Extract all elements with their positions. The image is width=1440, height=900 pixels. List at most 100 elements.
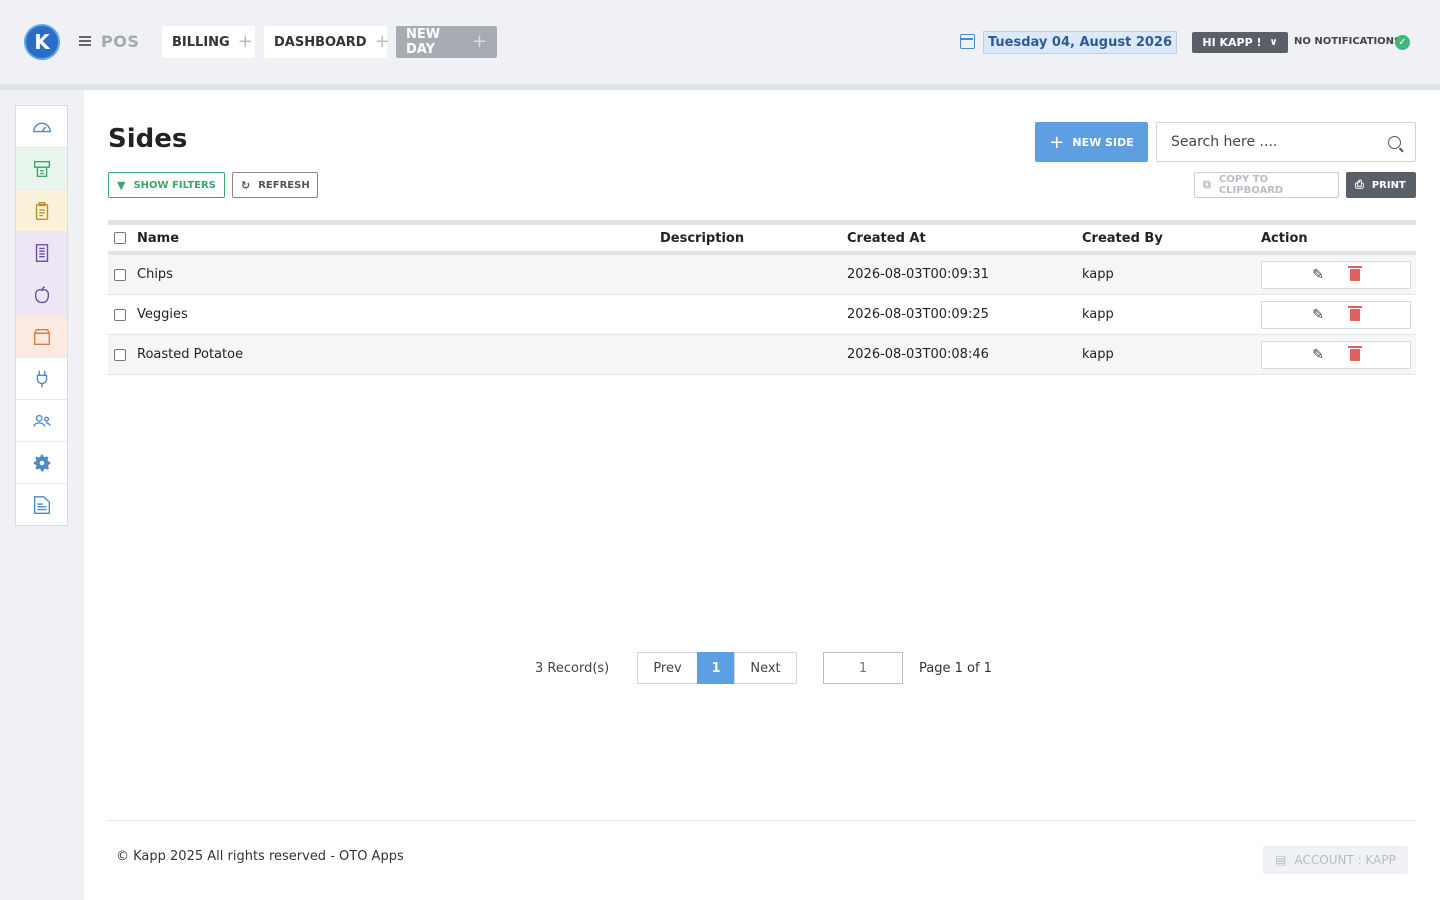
sidebar-item-users[interactable] <box>16 400 67 442</box>
column-header-name[interactable]: Name <box>137 231 179 246</box>
show-filters-label: SHOW FILTERS <box>133 179 216 191</box>
sidebar-item-reports[interactable] <box>16 484 67 526</box>
current-date: Tuesday 04, August 2026 <box>983 31 1177 54</box>
column-header-created-by[interactable]: Created By <box>1082 231 1163 246</box>
tab-dashboard[interactable]: DASHBOARD + <box>264 26 390 58</box>
calendar-icon <box>960 34 975 49</box>
sidebar-item-inventory[interactable] <box>16 316 67 358</box>
kapp-logo[interactable]: K <box>24 24 60 60</box>
edit-pencil-icon[interactable]: ✎ <box>1312 347 1324 363</box>
printer-icon: ⎙ <box>1355 178 1364 191</box>
search-input[interactable] <box>1171 134 1388 150</box>
refresh-icon: ↻ <box>241 178 251 192</box>
row-actions: ✎ <box>1261 300 1411 329</box>
row-actions: ✎ <box>1261 340 1411 369</box>
dashboard-gauge-icon <box>32 122 51 132</box>
footer-divider <box>108 820 1416 821</box>
cell-created-by: kapp <box>1082 267 1114 282</box>
search-box[interactable] <box>1156 122 1416 162</box>
sidebar-item-dashboard[interactable] <box>16 106 67 148</box>
goto-page-input[interactable] <box>823 652 903 684</box>
tab-billing[interactable]: BILLING + <box>162 26 255 58</box>
delete-trash-icon[interactable] <box>1347 265 1362 281</box>
users-icon <box>32 414 51 427</box>
tab-new-day[interactable]: NEW DAY + <box>396 26 497 58</box>
cell-name: Chips <box>137 267 173 282</box>
plus-icon[interactable]: + <box>375 33 390 51</box>
account-label: ACCOUNT : KAPP <box>1294 853 1396 867</box>
app-name: POS <box>101 32 140 51</box>
sidebar-item-integrations[interactable] <box>16 358 67 400</box>
cell-created-at: 2026-08-03T00:09:31 <box>847 267 989 282</box>
cell-name: Roasted Potatoe <box>137 347 244 362</box>
delete-trash-icon[interactable] <box>1347 345 1362 361</box>
page-1-button[interactable]: 1 <box>697 652 735 684</box>
delete-trash-icon[interactable] <box>1347 305 1362 321</box>
cell-created-by: kapp <box>1082 307 1114 322</box>
copy-to-clipboard-button[interactable]: ⧉ COPY TO CLIPBOARD <box>1194 172 1339 198</box>
logo-letter: K <box>34 30 50 54</box>
table-row[interactable]: Roasted Potatoe 2026-08-03T00:08:46 kapp… <box>108 335 1416 375</box>
user-menu-button[interactable]: HI KAPP ! ∨ <box>1192 32 1288 53</box>
next-page-button[interactable]: Next <box>734 652 797 684</box>
document-icon: ▤ <box>1275 853 1287 867</box>
table-row[interactable]: Veggies 2026-08-03T00:09:25 kapp ✎ <box>108 295 1416 335</box>
notifications-status[interactable]: NO NOTIFICATIONS <box>1294 36 1401 47</box>
plus-icon: + <box>1049 131 1065 153</box>
row-checkbox[interactable] <box>114 348 126 361</box>
table-header: Name Description Created At Created By A… <box>108 225 1416 255</box>
user-label: HI KAPP ! <box>1202 36 1262 49</box>
apple-icon <box>34 285 49 303</box>
page-info: Page 1 of 1 <box>919 661 992 676</box>
edit-pencil-icon[interactable]: ✎ <box>1312 307 1324 323</box>
gear-icon <box>33 454 50 472</box>
top-bar: K POS BILLING + DASHBOARD + NEW DAY + Tuesd… <box>0 0 1440 84</box>
sidebar <box>15 105 68 526</box>
cell-created-at: 2026-08-03T00:09:25 <box>847 307 989 322</box>
cash-register-icon <box>33 160 50 177</box>
show-filters-button[interactable]: ▼ SHOW FILTERS <box>108 172 225 198</box>
pagination: 3 Record(s) Prev 1 Next Page 1 of 1 <box>84 652 1440 686</box>
cell-created-at: 2026-08-03T00:08:46 <box>847 347 989 362</box>
new-side-button[interactable]: + NEW SIDE <box>1035 122 1148 162</box>
sides-table: Name Description Created At Created By A… <box>108 220 1416 375</box>
column-header-description[interactable]: Description <box>660 231 744 246</box>
sidebar-item-receipts[interactable] <box>16 232 67 274</box>
sidebar-item-billing[interactable] <box>16 148 67 190</box>
check-circle-icon: ✓ <box>1395 35 1410 50</box>
row-checkbox[interactable] <box>114 268 126 281</box>
sidebar-item-settings[interactable] <box>16 442 67 484</box>
tab-dashboard-label: DASHBOARD <box>274 34 367 50</box>
refresh-button[interactable]: ↻ REFRESH <box>232 172 318 198</box>
new-side-label: NEW SIDE <box>1072 135 1134 149</box>
clipboard-icon <box>35 201 48 220</box>
edit-pencil-icon[interactable]: ✎ <box>1312 267 1324 283</box>
plus-icon[interactable]: + <box>238 33 253 51</box>
account-button[interactable]: ▤ ACCOUNT : KAPP <box>1263 846 1408 874</box>
select-all-checkbox[interactable] <box>114 232 126 244</box>
refresh-label: REFRESH <box>258 179 310 191</box>
print-label: PRINT <box>1371 179 1406 191</box>
menu-icon[interactable] <box>79 36 91 46</box>
search-icon[interactable] <box>1388 135 1401 149</box>
document-icon <box>33 496 50 514</box>
sidebar-item-orders[interactable] <box>16 190 67 232</box>
plug-icon <box>36 370 47 387</box>
plus-icon[interactable]: + <box>472 33 487 51</box>
chevron-down-icon: ∨ <box>1269 37 1278 48</box>
row-checkbox[interactable] <box>114 308 126 321</box>
page-title: Sides <box>108 124 188 154</box>
sidebar-item-products[interactable] <box>16 274 67 316</box>
cell-created-by: kapp <box>1082 347 1114 362</box>
column-header-action: Action <box>1261 230 1308 246</box>
footer-copyright: © Kapp 2025 All rights reserved - OTO Ap… <box>116 849 404 864</box>
table-row[interactable]: Chips 2026-08-03T00:09:31 kapp ✎ <box>108 255 1416 295</box>
print-button[interactable]: ⎙ PRINT <box>1346 172 1416 198</box>
box-icon <box>33 328 50 345</box>
prev-page-button[interactable]: Prev <box>637 652 698 684</box>
tab-billing-label: BILLING <box>172 34 230 50</box>
table-body: Chips 2026-08-03T00:09:31 kapp ✎ Veggies… <box>108 255 1416 375</box>
cell-name: Veggies <box>137 307 188 322</box>
column-header-created-at[interactable]: Created At <box>847 231 926 246</box>
row-actions: ✎ <box>1261 260 1411 289</box>
